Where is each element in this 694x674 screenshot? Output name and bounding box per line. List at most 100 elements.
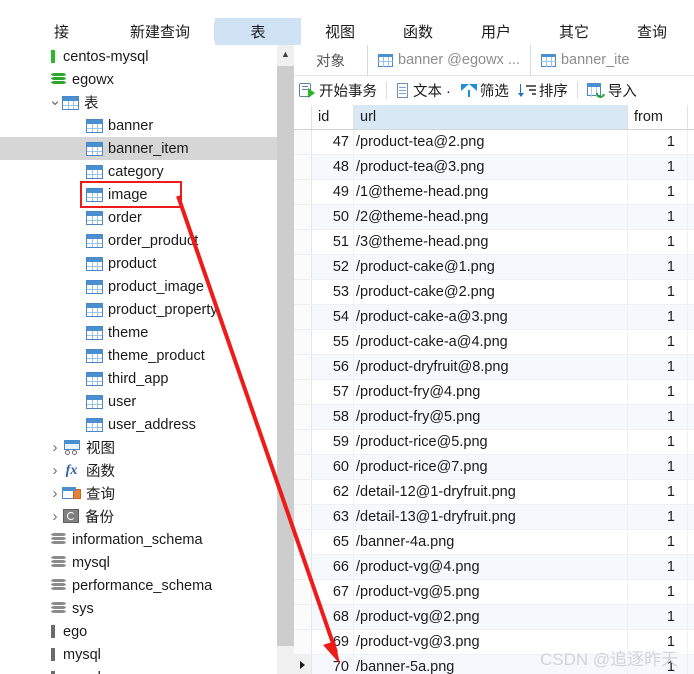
- cell-de[interactable]: [688, 130, 694, 154]
- cell-from[interactable]: 1: [628, 505, 688, 529]
- filter-button[interactable]: 筛选: [456, 80, 514, 101]
- table-row[interactable]: 47/product-tea@2.png 1: [294, 130, 694, 155]
- row-marker[interactable]: [294, 255, 312, 279]
- table-row[interactable]: 63/detail-13@1-dryfruit.png 1: [294, 505, 694, 530]
- sidebar-item-product[interactable]: product: [0, 252, 277, 275]
- cell-de[interactable]: [688, 280, 694, 304]
- cell-from[interactable]: 1: [628, 605, 688, 629]
- cell-de[interactable]: [688, 530, 694, 554]
- sidebar-item-[interactable]: › 备份: [0, 505, 277, 528]
- sidebar-item-[interactable]: › 视图: [0, 436, 277, 459]
- sidebar-item-performance_schema[interactable]: performance_schema: [0, 574, 277, 597]
- table-row[interactable]: 48/product-tea@3.png 1: [294, 155, 694, 180]
- cell-de[interactable]: [688, 180, 694, 204]
- cell-de[interactable]: [688, 380, 694, 404]
- tab-objects[interactable]: 对象: [294, 45, 367, 75]
- sidebar-item-third_app[interactable]: third_app: [0, 367, 277, 390]
- chevron-right-icon[interactable]: ›: [48, 486, 62, 501]
- sidebar-item-image[interactable]: image: [0, 183, 277, 206]
- cell-url[interactable]: /product-tea@3.png: [354, 155, 628, 179]
- table-row[interactable]: 52/product-cake@1.png 1: [294, 255, 694, 280]
- sidebar-item-product_image[interactable]: product_image: [0, 275, 277, 298]
- tab-banner-item[interactable]: banner_ite: [529, 45, 640, 75]
- cell-de[interactable]: [688, 655, 694, 674]
- sidebar-item-order[interactable]: order: [0, 206, 277, 229]
- chevron-right-icon[interactable]: ›: [48, 463, 62, 478]
- table-row[interactable]: 70/banner-5a.png 1: [294, 655, 694, 674]
- cell-id[interactable]: 50: [312, 205, 354, 229]
- cell-de[interactable]: [688, 480, 694, 504]
- menu-item-user[interactable]: 用户: [457, 18, 535, 45]
- sidebar-item-information_schema[interactable]: information_schema: [0, 528, 277, 551]
- cell-from[interactable]: 1: [628, 430, 688, 454]
- cell-de[interactable]: [688, 205, 694, 229]
- cell-id[interactable]: 67: [312, 580, 354, 604]
- row-marker[interactable]: [294, 405, 312, 429]
- cell-url[interactable]: /product-rice@5.png: [354, 430, 628, 454]
- table-row[interactable]: 55/product-cake-a@4.png 1: [294, 330, 694, 355]
- row-marker[interactable]: [294, 580, 312, 604]
- cell-from[interactable]: 1: [628, 405, 688, 429]
- row-marker[interactable]: [294, 380, 312, 404]
- cell-id[interactable]: 56: [312, 355, 354, 379]
- sort-button[interactable]: 排序: [514, 80, 573, 101]
- sidebar-item-centosmysql[interactable]: centos-mysql: [0, 45, 277, 68]
- cell-id[interactable]: 68: [312, 605, 354, 629]
- sidebar-item-theme_product[interactable]: theme_product: [0, 344, 277, 367]
- cell-from[interactable]: 1: [628, 480, 688, 504]
- grid-body[interactable]: 47/product-tea@2.png 1 48/product-tea@3.pn…: [294, 130, 694, 674]
- table-row[interactable]: 49/1@theme-head.png 1: [294, 180, 694, 205]
- menu-item-connection[interactable]: 接: [48, 18, 106, 45]
- column-header-de[interactable]: de: [688, 105, 694, 129]
- row-marker[interactable]: [294, 605, 312, 629]
- row-marker[interactable]: [294, 130, 312, 154]
- cell-from[interactable]: 1: [628, 455, 688, 479]
- table-row[interactable]: 68/product-vg@2.png 1: [294, 605, 694, 630]
- cell-url[interactable]: /detail-12@1-dryfruit.png: [354, 480, 628, 504]
- table-row[interactable]: 60/product-rice@7.png 1: [294, 455, 694, 480]
- menu-item-other[interactable]: 其它: [535, 18, 613, 45]
- cell-id[interactable]: 60: [312, 455, 354, 479]
- chevron-right-icon[interactable]: ›: [48, 440, 62, 455]
- cell-from[interactable]: 1: [628, 180, 688, 204]
- row-marker[interactable]: [294, 480, 312, 504]
- cell-id[interactable]: 69: [312, 630, 354, 654]
- row-marker[interactable]: [294, 180, 312, 204]
- table-row[interactable]: 66/product-vg@4.png 1: [294, 555, 694, 580]
- cell-id[interactable]: 54: [312, 305, 354, 329]
- cell-de[interactable]: [688, 430, 694, 454]
- sidebar-item-banner[interactable]: banner: [0, 114, 277, 137]
- cell-de[interactable]: [688, 630, 694, 654]
- row-marker[interactable]: [294, 455, 312, 479]
- sidebar-scrollbar[interactable]: ▲: [277, 45, 294, 674]
- cell-id[interactable]: 47: [312, 130, 354, 154]
- sidebar-item-egowx[interactable]: egowx: [0, 68, 277, 91]
- cell-id[interactable]: 58: [312, 405, 354, 429]
- cell-from[interactable]: 1: [628, 205, 688, 229]
- cell-from[interactable]: 1: [628, 380, 688, 404]
- table-row[interactable]: 50/2@theme-head.png 1: [294, 205, 694, 230]
- grid-header-row[interactable]: id url from de: [294, 105, 694, 130]
- cell-de[interactable]: [688, 405, 694, 429]
- cell-url[interactable]: /3@theme-head.png: [354, 230, 628, 254]
- cell-de[interactable]: [688, 455, 694, 479]
- sidebar-item-user[interactable]: user: [0, 390, 277, 413]
- data-grid[interactable]: idurlfromde 47/product-tea@2.png148/prod…: [294, 105, 694, 674]
- cell-from[interactable]: 1: [628, 155, 688, 179]
- tab-banner[interactable]: banner @egowx ...: [367, 45, 530, 75]
- cell-from[interactable]: 1: [628, 255, 688, 279]
- cell-url[interactable]: /product-cake@1.png: [354, 255, 628, 279]
- row-marker[interactable]: [294, 430, 312, 454]
- cell-url[interactable]: /banner-4a.png: [354, 530, 628, 554]
- sidebar-item-theme[interactable]: theme: [0, 321, 277, 344]
- menu-item-new-query[interactable]: 新建查询: [106, 18, 214, 45]
- cell-url[interactable]: /product-tea@2.png: [354, 130, 628, 154]
- table-row[interactable]: 57/product-fry@4.png 1: [294, 380, 694, 405]
- menu-item-view[interactable]: 视图: [301, 18, 379, 45]
- table-row[interactable]: 51/3@theme-head.png 1: [294, 230, 694, 255]
- cell-id[interactable]: 57: [312, 380, 354, 404]
- column-header-from[interactable]: from: [628, 105, 688, 129]
- cell-de[interactable]: [688, 555, 694, 579]
- cell-url[interactable]: /product-cake@2.png: [354, 280, 628, 304]
- row-marker[interactable]: [294, 305, 312, 329]
